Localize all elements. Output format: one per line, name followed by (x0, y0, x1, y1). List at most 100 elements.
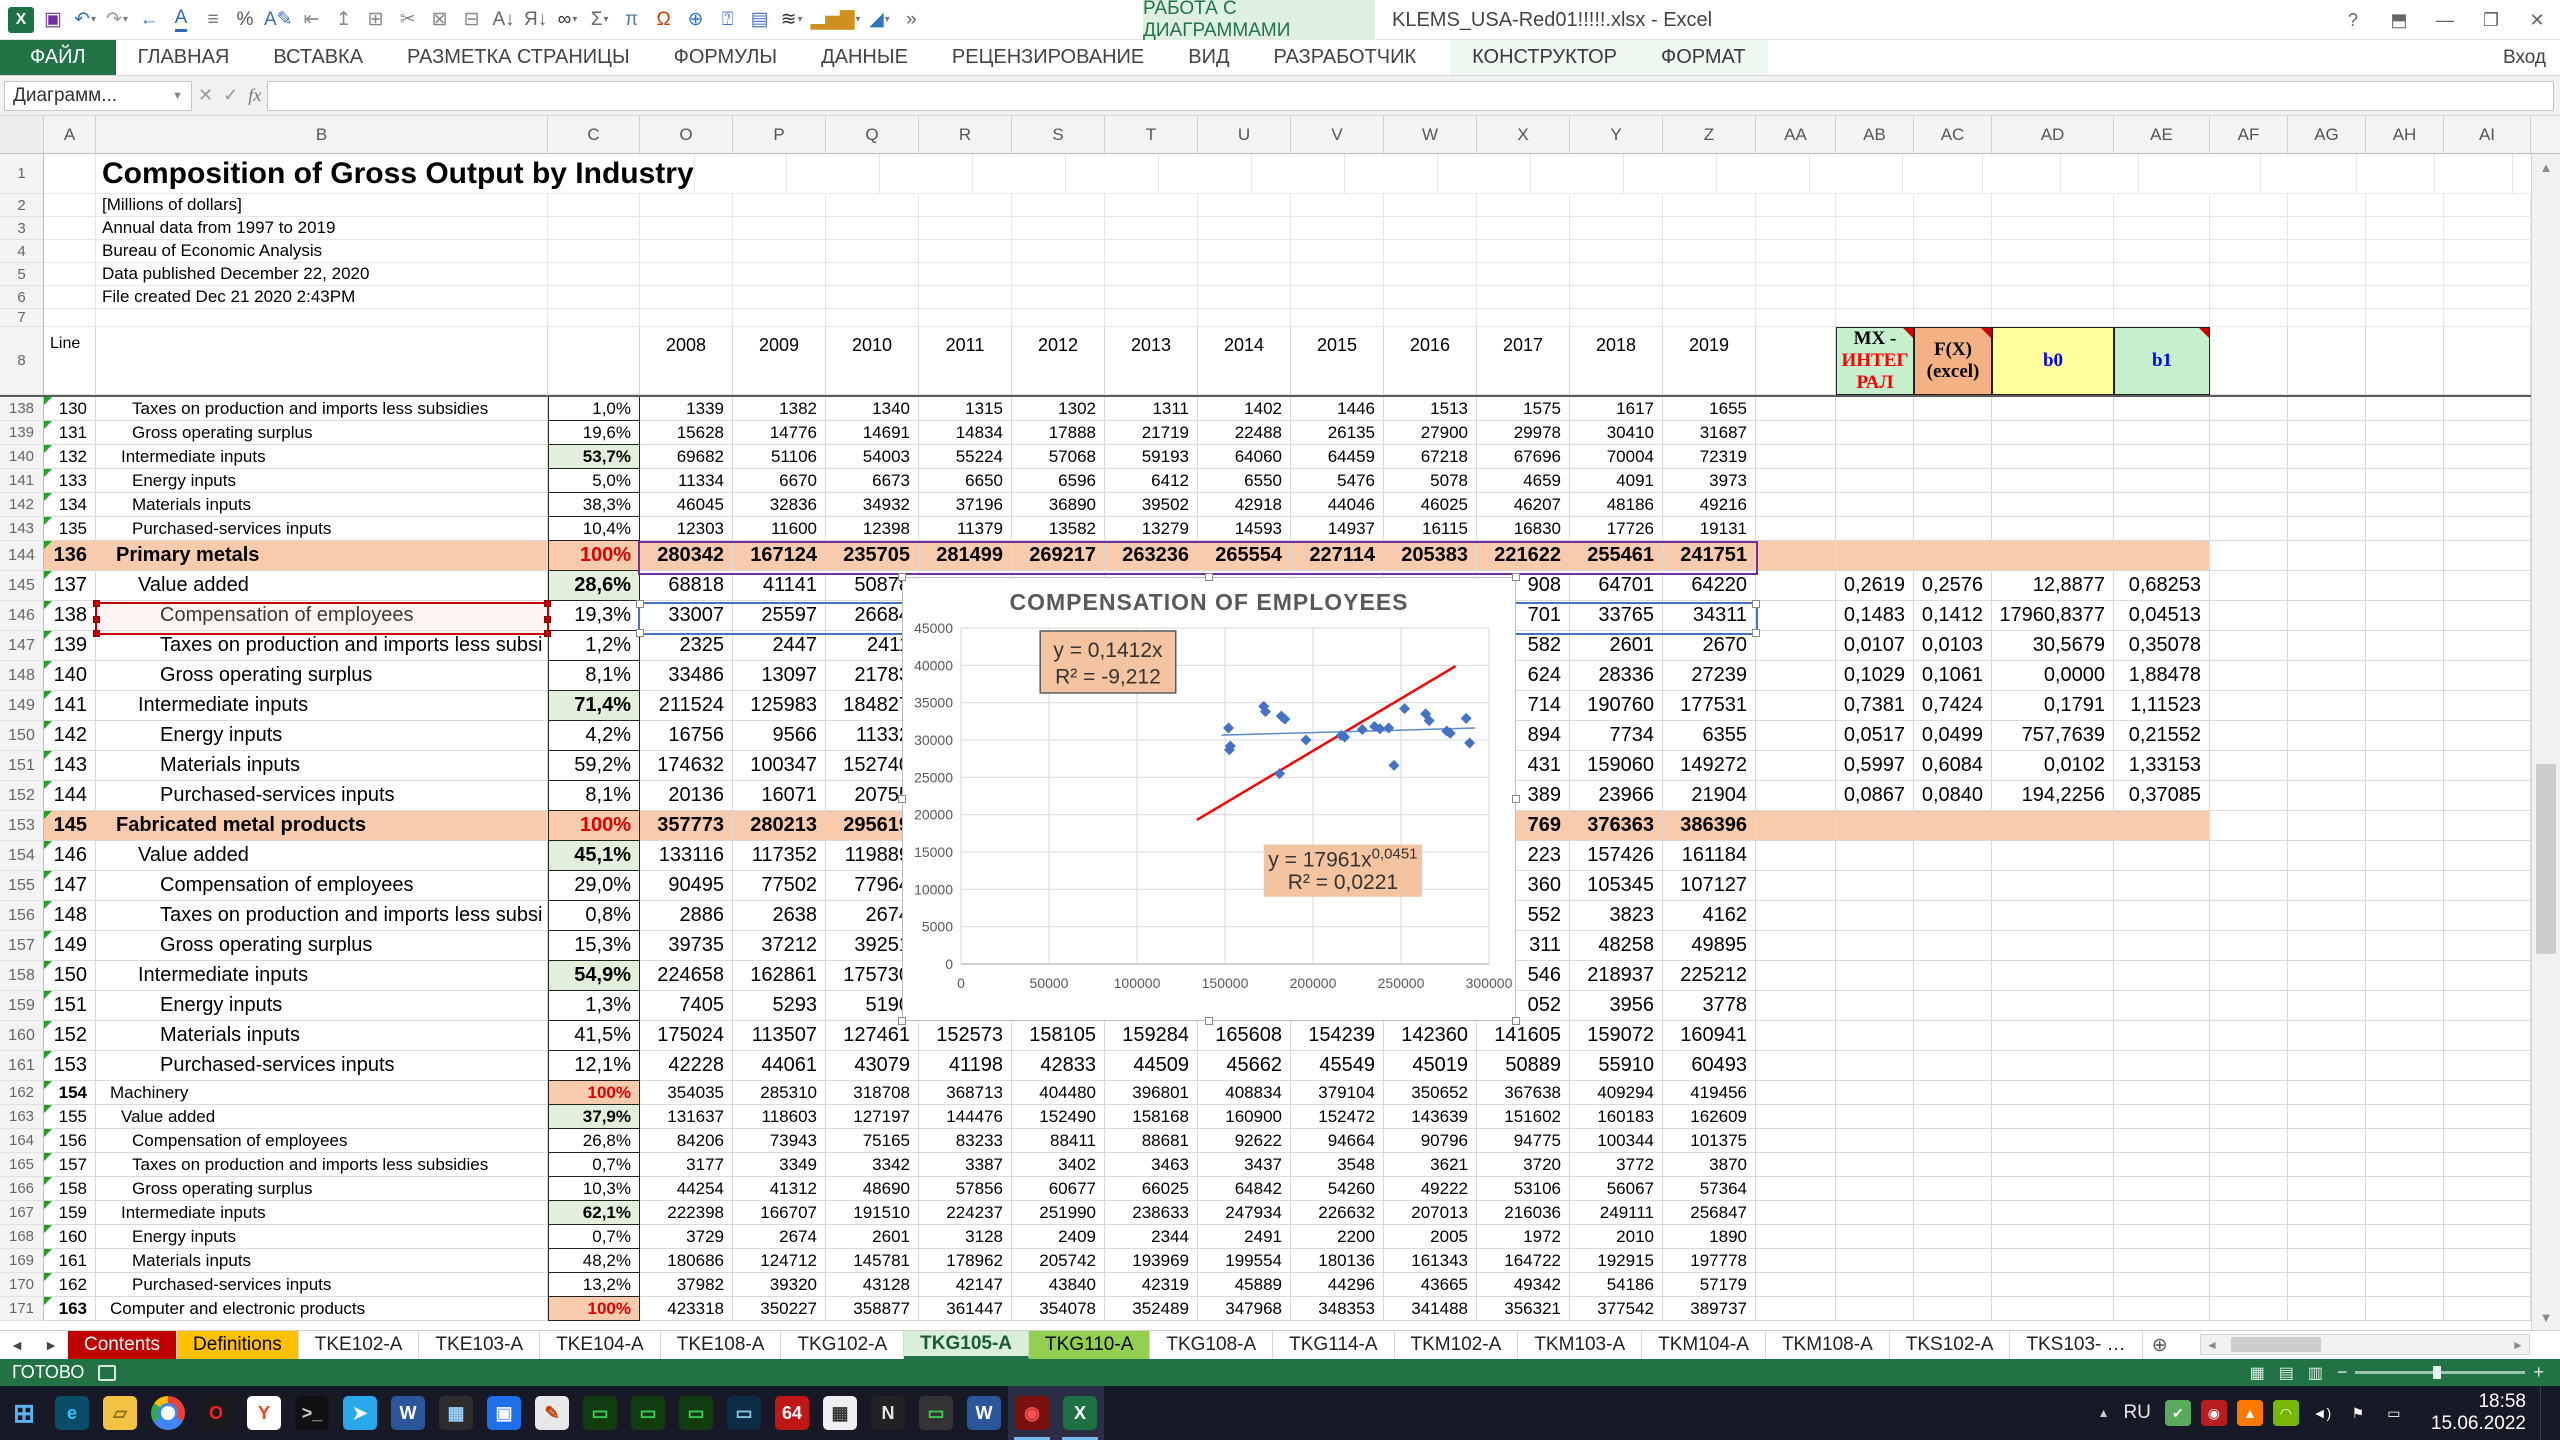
cell[interactable] (1291, 263, 1384, 286)
value-cell[interactable]: 6412 (1105, 469, 1198, 493)
new-sheet-button[interactable]: ⊕ (2143, 1331, 2177, 1359)
value-cell[interactable]: 64060 (1198, 445, 1291, 469)
hyperlink-icon[interactable]: ⊕ (681, 5, 711, 35)
value-cell[interactable]: 90495 (640, 871, 733, 901)
sheet-tab-tke108-a[interactable]: TKE108-A (661, 1331, 782, 1359)
line-number[interactable]: 143 (44, 751, 96, 781)
cell[interactable] (1992, 1273, 2114, 1297)
cell[interactable] (1992, 1153, 2114, 1177)
cell[interactable] (2366, 931, 2444, 961)
value-cell[interactable]: 152472 (1291, 1105, 1384, 1129)
value-cell[interactable]: 131637 (640, 1105, 733, 1129)
value-cell[interactable]: 54186 (1570, 1273, 1663, 1297)
value-cell[interactable]: 192915 (1570, 1249, 1663, 1273)
line-number[interactable]: 142 (44, 721, 96, 751)
percent-cell[interactable]: 0,7% (548, 1153, 640, 1177)
cell[interactable] (1992, 931, 2114, 961)
cell[interactable] (2114, 1177, 2210, 1201)
cell[interactable] (1914, 811, 1992, 841)
value-cell[interactable]: 361447 (919, 1297, 1012, 1321)
stat-cell[interactable]: 0,21552 (2114, 721, 2210, 751)
value-cell[interactable]: 50889 (1477, 1051, 1570, 1081)
cell[interactable] (1570, 240, 1663, 263)
cell[interactable] (2114, 541, 2210, 571)
cell[interactable] (1756, 517, 1836, 541)
row-header[interactable]: 151 (0, 751, 44, 781)
column-header-U[interactable]: U (1198, 116, 1291, 153)
value-cell[interactable]: 28336 (1570, 661, 1663, 691)
percent-cell[interactable]: 1,2% (548, 631, 640, 661)
cell[interactable] (1992, 1297, 2114, 1321)
horizontal-scroll-thumb[interactable] (2231, 1337, 2321, 1352)
percent-cell[interactable]: 13,2% (548, 1273, 640, 1297)
value-cell[interactable]: 113507 (733, 1021, 826, 1051)
cell[interactable] (1756, 1249, 1836, 1273)
value-cell[interactable]: 6355 (1663, 721, 1756, 751)
cell[interactable] (2114, 1051, 2210, 1081)
cell[interactable] (2366, 194, 2444, 217)
cell[interactable] (919, 194, 1012, 217)
value-cell[interactable]: 3177 (640, 1153, 733, 1177)
row-header[interactable]: 146 (0, 601, 44, 631)
cell[interactable] (1663, 263, 1756, 286)
cancel-icon[interactable]: ✕ (198, 85, 213, 106)
value-cell[interactable]: 118603 (733, 1105, 826, 1129)
value-cell[interactable]: 269217 (1012, 541, 1105, 571)
cell[interactable] (1836, 445, 1914, 469)
value-cell[interactable]: 1339 (640, 397, 733, 421)
value-cell[interactable]: 14776 (733, 421, 826, 445)
cell[interactable] (2366, 1021, 2444, 1051)
cell[interactable] (1756, 309, 1836, 327)
row-label[interactable]: Machinery (96, 1081, 548, 1105)
taskbar-edge-browser[interactable]: e (48, 1386, 96, 1440)
minimize-button[interactable]: — (2422, 0, 2468, 40)
cell[interactable] (2288, 327, 2366, 395)
cell[interactable] (1438, 154, 1531, 194)
cell[interactable] (2444, 421, 2531, 445)
value-cell[interactable]: 127197 (826, 1105, 919, 1129)
value-cell[interactable]: 1655 (1663, 397, 1756, 421)
cell[interactable] (1291, 240, 1384, 263)
cell[interactable] (2210, 1177, 2288, 1201)
cell[interactable] (1066, 154, 1159, 194)
cell[interactable] (2288, 517, 2366, 541)
percent-cell[interactable]: 100% (548, 1297, 640, 1321)
row-header[interactable]: 3 (0, 217, 44, 240)
cell[interactable] (1756, 571, 1836, 601)
stat-cell[interactable]: 0,2619 (1836, 571, 1914, 601)
value-cell[interactable]: 42833 (1012, 1051, 1105, 1081)
value-cell[interactable]: 280213 (733, 811, 826, 841)
value-cell[interactable]: 1617 (1570, 397, 1663, 421)
cell[interactable] (1992, 1249, 2114, 1273)
value-cell[interactable]: 3437 (1198, 1153, 1291, 1177)
column-header-AI[interactable]: AI (2444, 116, 2531, 153)
cell[interactable] (2288, 751, 2366, 781)
stat-cell[interactable]: 1,33153 (2114, 751, 2210, 781)
value-cell[interactable]: 218937 (1570, 961, 1663, 991)
cell[interactable] (2288, 286, 2366, 309)
value-cell[interactable]: 221622 (1477, 541, 1570, 571)
value-cell[interactable]: 21904 (1663, 781, 1756, 811)
cell[interactable] (2366, 469, 2444, 493)
cell[interactable] (2210, 327, 2288, 395)
percent-cell[interactable]: 5,0% (548, 469, 640, 493)
value-cell[interactable]: 193969 (1105, 1249, 1198, 1273)
cell[interactable] (2114, 217, 2210, 240)
value-cell[interactable]: 105345 (1570, 871, 1663, 901)
cell[interactable] (1663, 217, 1756, 240)
value-cell[interactable]: 21719 (1105, 421, 1198, 445)
chart-selection-handle[interactable] (1512, 573, 1520, 581)
year-header[interactable]: 2009 (733, 327, 826, 395)
sheet-tab-tkg102-a[interactable]: TKG102-A (781, 1331, 904, 1359)
taskbar-paint[interactable]: ✎ (528, 1386, 576, 1440)
row-header[interactable]: 145 (0, 571, 44, 601)
value-cell[interactable]: 160183 (1570, 1105, 1663, 1129)
value-cell[interactable]: 16756 (640, 721, 733, 751)
cell[interactable] (2444, 1051, 2531, 1081)
row-label[interactable]: Energy inputs (96, 721, 548, 751)
save-icon[interactable]: ▣ (38, 5, 68, 35)
value-cell[interactable]: 143639 (1384, 1105, 1477, 1129)
cell[interactable] (2444, 517, 2531, 541)
cell[interactable] (1914, 1105, 1992, 1129)
cell[interactable] (2444, 631, 2531, 661)
